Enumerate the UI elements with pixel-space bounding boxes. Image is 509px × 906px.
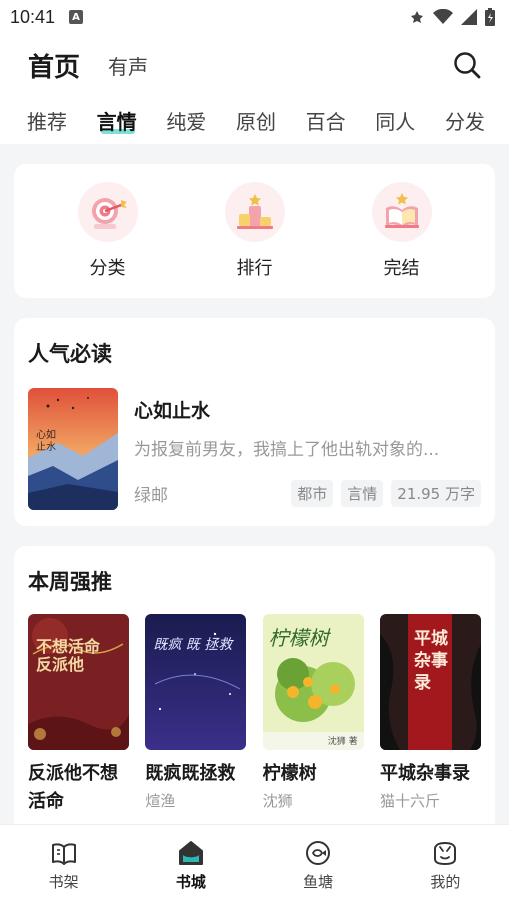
nav-bookshelf[interactable]: 书架 <box>14 839 114 892</box>
book-star-icon <box>371 182 432 242</box>
book-author: 沈狮 <box>262 792 293 810</box>
book-author: 煊渔 <box>145 792 176 810</box>
header: 首页 有声 <box>0 34 509 96</box>
book-item[interactable]: 平城杂事录 平城杂事录 猫十六斤 <box>379 614 481 818</box>
tab-recommend[interactable]: 推荐 <box>27 106 67 135</box>
section-title: 人气必读 <box>28 342 112 366</box>
section-title: 本周强推 <box>28 570 112 594</box>
settings-dot-icon <box>411 11 423 23</box>
bottom-nav: 书架 书城 鱼塘 我的 <box>0 824 509 906</box>
ranking-label: 排行 <box>236 258 273 279</box>
tab-romance[interactable]: 言情 <box>97 110 137 134</box>
page-title[interactable]: 首页 <box>28 47 80 84</box>
tab-distribute[interactable]: 分发 <box>445 106 485 135</box>
book-item[interactable]: 心如止水 心如止水 为报复前男友，我搞上了他出轨对象的... 绿邮 都市 言情 … <box>28 388 481 510</box>
popular-section: 人气必读 心如止水 心如止水 为报复前男友，我搞上了他出轨对象的... 绿邮 都… <box>14 318 495 526</box>
nav-bookstore[interactable]: 书城 <box>141 839 241 892</box>
nav-label: 我的 <box>430 873 461 891</box>
profile-icon <box>434 841 457 866</box>
category-label: 分类 <box>89 258 126 279</box>
audio-tab[interactable]: 有声 <box>108 51 148 80</box>
tab-pure-love[interactable]: 纯爱 <box>166 106 206 135</box>
finished-shortcut[interactable]: 完结 <box>347 182 457 280</box>
book-item[interactable]: 不想活命 反派他 反派他不想活命 <box>28 614 129 818</box>
book-author: 猫十六斤 <box>379 792 440 810</box>
signal-icon <box>461 9 477 25</box>
book-author: 绿邮 <box>134 486 168 506</box>
nav-label: 鱼塘 <box>303 873 334 891</box>
tab-fanfic[interactable]: 同人 <box>375 106 415 135</box>
status-time: 10:41 <box>10 6 56 27</box>
bookshelf-icon <box>51 843 76 865</box>
book-cover[interactable]: 心如止水 <box>28 388 118 510</box>
fishpond-icon <box>306 841 331 865</box>
book-cover[interactable]: 不想活命 反派他 <box>28 614 129 750</box>
nav-fishpond[interactable]: 鱼塘 <box>268 839 368 892</box>
bookstore-icon <box>178 841 203 865</box>
app-notification-icon: A <box>69 10 84 24</box>
book-description: 为报复前男友，我搞上了他出轨对象的... <box>134 440 440 460</box>
genre-tag: 都市 <box>291 480 334 507</box>
cover-title: 既疯 既 拯救 <box>153 637 233 653</box>
category-shortcut[interactable]: 分类 <box>53 182 163 280</box>
category-tabs: 推荐 言情 纯爱 原创 百合 同人 分发 <box>0 96 509 144</box>
word-count-tag: 21.95 万字 <box>391 480 481 507</box>
podium-icon <box>224 182 285 242</box>
shortcut-card: 分类 排行 完结 <box>14 164 495 298</box>
book-title: 平城杂事录 <box>379 763 470 784</box>
nav-profile[interactable]: 我的 <box>395 839 495 892</box>
book-title: 柠檬树 <box>262 763 317 784</box>
nav-label: 书城 <box>175 873 206 891</box>
target-icon <box>77 182 138 242</box>
book-title: 既疯既拯救 <box>145 763 236 784</box>
tab-yuri[interactable]: 百合 <box>306 106 346 135</box>
book-item[interactable]: 柠檬树 沈狮 著 柠檬树 沈狮 <box>262 614 364 818</box>
finished-label: 完结 <box>383 258 420 279</box>
weekly-section: 本周强推 不想活命 反派他 反派他不想活命 既疯 既 拯救 既疯既拯救 煊渔 柠… <box>14 546 495 846</box>
cover-author: 沈狮 著 <box>327 737 358 747</box>
book-cover[interactable]: 柠檬树 沈狮 著 <box>262 614 364 750</box>
book-item[interactable]: 既疯 既 拯救 既疯既拯救 煊渔 <box>145 614 247 818</box>
cover-title: 不想活命 反派他 <box>36 637 101 674</box>
nav-label: 书架 <box>48 873 79 891</box>
cover-title: 柠檬树 <box>268 626 329 650</box>
search-button[interactable] <box>451 49 483 81</box>
ranking-shortcut[interactable]: 排行 <box>200 182 310 280</box>
book-title: 心如止水 <box>134 400 211 422</box>
book-cover[interactable]: 平城杂事录 <box>379 614 481 750</box>
book-title: 反派他不想活命 <box>28 763 118 812</box>
tab-original[interactable]: 原创 <box>236 106 276 135</box>
book-cover[interactable]: 既疯 既 拯救 <box>145 614 247 750</box>
search-icon <box>454 52 481 79</box>
status-bar: 10:41 A <box>0 0 509 34</box>
genre-tag: 言情 <box>341 480 384 507</box>
battery-icon <box>485 8 495 26</box>
wifi-icon <box>433 9 453 24</box>
cover-title: 平城杂事录 <box>413 629 448 693</box>
cover-title: 心如止水 <box>36 430 56 453</box>
